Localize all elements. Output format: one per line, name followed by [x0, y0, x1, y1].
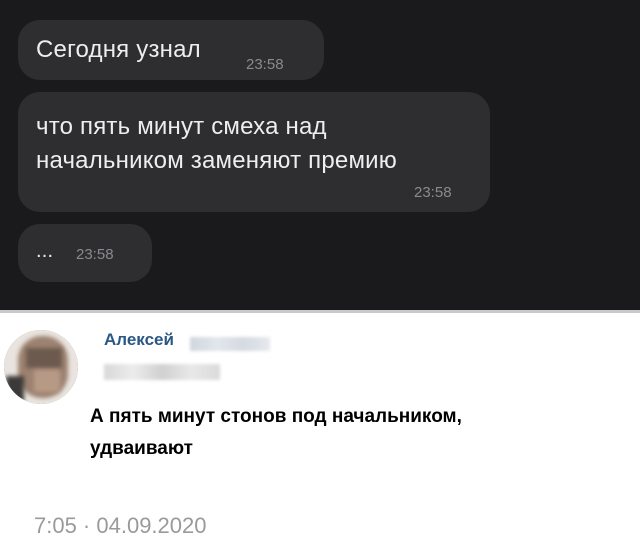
avatar-shoulder-blur [6, 376, 24, 402]
comment-timestamp[interactable]: 7:05 · 04.09.2020 [34, 513, 206, 539]
message-bubble[interactable]: Сегодня узнал 23:58 [18, 20, 324, 80]
author-name-link[interactable]: Алексей [104, 330, 174, 350]
message-time: 23:58 [246, 56, 284, 73]
message-bubble[interactable]: что пять минут смеха над начальником зам… [18, 92, 490, 212]
message-bubble[interactable]: ... 23:58 [18, 224, 152, 282]
message-text-line-1: что пять минут смеха над [36, 113, 327, 140]
message-time: 23:58 [76, 246, 114, 263]
comment-text-line-1: А пять минут стонов под начальником, [90, 406, 462, 427]
message-text-line-2: начальником заменяют премию [36, 147, 397, 174]
blurred-surname [190, 337, 270, 351]
message-text: ... [36, 240, 54, 262]
avatar[interactable] [4, 330, 78, 404]
chat-screenshot-panel: Сегодня узнал 23:58 что пять минут смеха… [0, 0, 640, 310]
avatar-hair-blur [26, 348, 62, 368]
divider [0, 310, 640, 313]
blurred-subtitle [104, 364, 220, 380]
avatar-chin-blur [34, 370, 60, 392]
message-text: Сегодня узнал [36, 36, 201, 63]
message-time: 23:58 [414, 184, 452, 201]
comment-text-line-2: удваивают [90, 438, 193, 459]
